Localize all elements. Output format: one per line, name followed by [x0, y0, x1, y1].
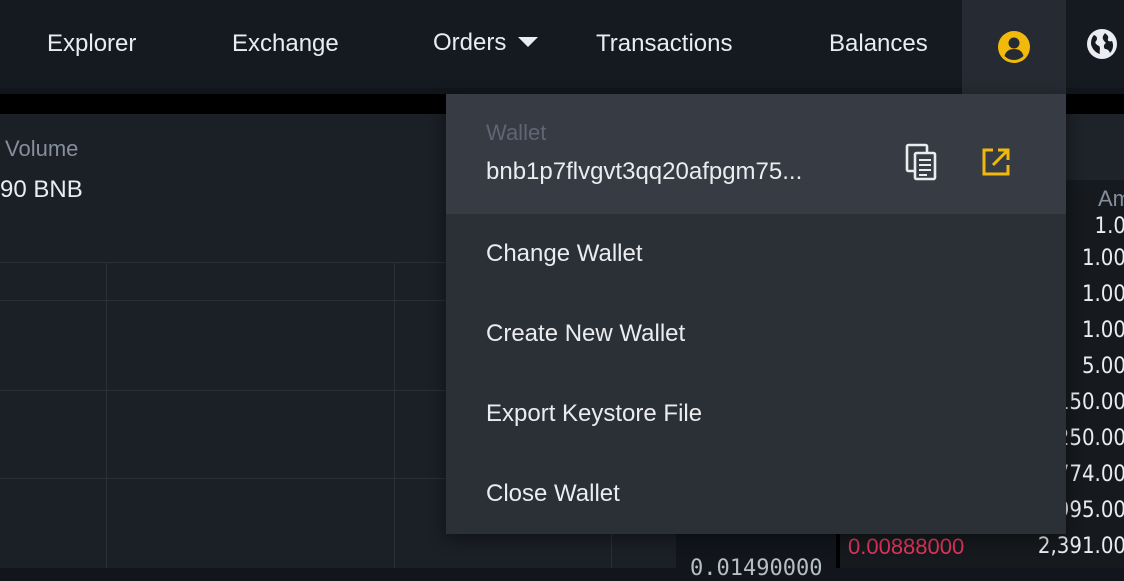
amount-cell: 250.00 — [1056, 426, 1124, 451]
amount-column-header: Am — [1098, 186, 1124, 211]
amount-cell: 995.00 — [1056, 498, 1124, 523]
copy-icon — [905, 143, 937, 181]
nav-orders-label: Orders — [433, 29, 507, 56]
copy-address-button[interactable] — [904, 142, 940, 182]
create-new-wallet-item[interactable]: Create New Wallet — [446, 294, 1066, 374]
wallet-label: Wallet — [486, 120, 547, 145]
change-wallet-item[interactable]: Change Wallet — [446, 214, 1066, 294]
nav-explorer[interactable]: Explorer — [47, 0, 136, 88]
amount-cell: 1.00 — [1081, 246, 1124, 271]
caret-down-icon — [518, 36, 539, 47]
close-wallet-item[interactable]: Close Wallet — [446, 454, 1066, 534]
wallet-header: Wallet bnb1p7flvgvt3qq20afpgm75... — [446, 94, 1066, 214]
amount-cell: 5.00 — [1081, 354, 1124, 379]
orderbook-price: 0.01490000 — [690, 556, 823, 581]
user-menu-button[interactable] — [962, 0, 1066, 94]
amount-cell: 1.0 — [1094, 214, 1124, 239]
amount-cell: 2,391.00 — [1037, 534, 1124, 559]
language-button[interactable] — [1085, 27, 1119, 61]
amount-cell: 1.00 — [1081, 318, 1124, 343]
wallet-address: bnb1p7flvgvt3qq20afpgm75... — [486, 158, 803, 185]
export-keystore-file-item[interactable]: Export Keystore File — [446, 374, 1066, 454]
nav-transactions[interactable]: Transactions — [596, 0, 733, 88]
trade-history-header — [1066, 114, 1124, 180]
amount-cell: 150.00 — [1056, 390, 1124, 415]
user-circle-icon — [998, 31, 1030, 63]
external-link-icon — [982, 148, 1010, 176]
nav-orders[interactable]: Orders — [433, 0, 539, 88]
sell-price-cell: 0.00888000 — [848, 534, 965, 559]
wallet-dropdown: Wallet bnb1p7flvgvt3qq20afpgm75... Chang… — [446, 94, 1066, 534]
amount-cell: 774.00 — [1056, 462, 1124, 487]
amount-cell: 1.00 — [1081, 282, 1124, 307]
globe-icon — [1087, 29, 1117, 59]
volume-label: Volume — [5, 136, 79, 161]
chart-gridline — [394, 262, 395, 568]
top-navigation: Explorer Exchange Orders Transactions Ba… — [0, 0, 1124, 88]
nav-balances[interactable]: Balances — [829, 0, 928, 88]
volume-value: 90 BNB — [0, 176, 83, 203]
chart-gridline — [106, 262, 107, 568]
nav-exchange[interactable]: Exchange — [232, 0, 339, 88]
open-explorer-button[interactable] — [980, 146, 1012, 178]
